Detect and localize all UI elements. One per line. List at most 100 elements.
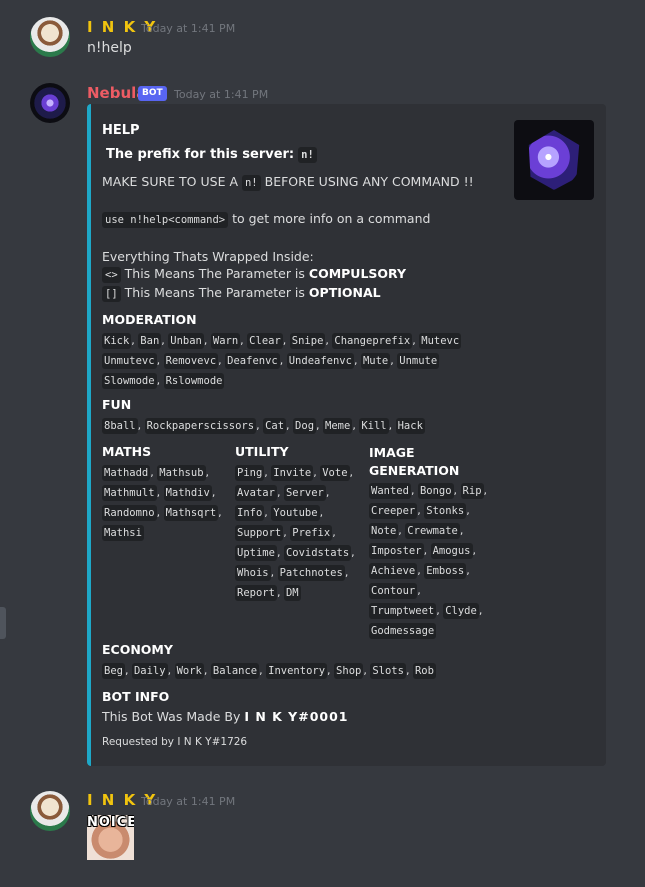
command-stonks: Stonks bbox=[424, 503, 467, 519]
scroll-handle[interactable] bbox=[0, 607, 6, 639]
prefix-line: The prefix for this server: n! bbox=[106, 146, 317, 163]
embed-footer: Requested by I N K Y#1726 bbox=[102, 736, 248, 748]
command-unban: Unban bbox=[168, 333, 204, 349]
wrapped-label: Everything Thats Wrapped Inside: bbox=[102, 249, 314, 264]
compulsory-bold: COMPULSORY bbox=[308, 266, 407, 281]
command-mathdiv: Mathdiv bbox=[163, 485, 212, 501]
command-achieve: Achieve bbox=[369, 563, 418, 579]
command-line: Ping, Invite, Vote, bbox=[235, 465, 354, 481]
warning-code: n! bbox=[241, 175, 261, 191]
maths-commands: Mathadd, Mathsub, Mathmult, Mathdiv, Rando… bbox=[102, 463, 222, 543]
timestamp: Today at 1:41 PM bbox=[141, 795, 236, 808]
command-crewmate: Crewmate bbox=[405, 523, 460, 539]
command-patchnotes: Patchnotes bbox=[277, 565, 345, 581]
command-vote: Vote bbox=[320, 465, 350, 481]
command-mathsi: Mathsi bbox=[102, 525, 144, 541]
command-server: Server bbox=[283, 485, 326, 501]
command-ping: Ping bbox=[235, 465, 265, 481]
usage-text: to get more info on a command bbox=[232, 211, 431, 226]
field-maths: MATHS bbox=[102, 444, 152, 459]
command-meme: Meme bbox=[323, 418, 353, 434]
optional-code: [] bbox=[102, 286, 121, 302]
command-line: Slowmode, Rslowmode bbox=[102, 373, 225, 389]
command-mathsqrt: Mathsqrt bbox=[163, 505, 219, 521]
command-line: Godmessage bbox=[369, 621, 487, 641]
fun-commands: 8ball, Rockpaperscissors, Cat, Dog, Meme… bbox=[102, 416, 425, 436]
command-youtube: Youtube bbox=[271, 505, 320, 521]
command-prefix: Prefix bbox=[290, 525, 333, 541]
command-wanted: Wanted bbox=[369, 483, 411, 499]
command-slots: Slots bbox=[370, 663, 406, 679]
command-cat: Cat bbox=[263, 418, 287, 434]
noice-meme-image[interactable]: NOICE bbox=[87, 815, 134, 860]
field-name-line: GENERATION bbox=[369, 463, 460, 478]
command-creeper: Creeper bbox=[369, 503, 418, 519]
command-line: Support, Prefix, bbox=[235, 525, 336, 541]
command-changeprefix: Changeprefix bbox=[332, 333, 413, 349]
command-line: Mathsi bbox=[102, 523, 222, 543]
field-bot-info: BOT INFO bbox=[102, 689, 170, 704]
inky-avatar[interactable] bbox=[30, 17, 70, 57]
image-caption: NOICE bbox=[87, 815, 134, 830]
field-moderation: MODERATION bbox=[102, 312, 197, 327]
command-line: Report, DM bbox=[235, 585, 301, 601]
nebula-avatar[interactable] bbox=[30, 83, 70, 123]
command-line: Whois, Patchnotes, bbox=[235, 565, 349, 581]
command-mute: Mute bbox=[360, 353, 391, 369]
command-randomno: Randomno bbox=[102, 505, 157, 521]
command-deafenvc: Deafenvc bbox=[225, 353, 280, 369]
command-emboss: Emboss bbox=[424, 563, 467, 579]
command-line: Info, Youtube, bbox=[235, 505, 324, 521]
compulsory-code: <> bbox=[102, 267, 121, 283]
command-rslowmode: Rslowmode bbox=[163, 373, 225, 389]
warning-text-end: BEFORE USING ANY COMMAND !! bbox=[264, 174, 474, 189]
command-info: Info bbox=[235, 505, 265, 521]
command-mathadd: Mathadd bbox=[102, 465, 151, 481]
timestamp: Today at 1:41 PM bbox=[174, 88, 269, 101]
command-unmutevc: Unmutevc bbox=[102, 353, 157, 369]
command-uptime: Uptime bbox=[235, 545, 277, 561]
compulsory-line: <> This Means The Parameter is COMPULSOR… bbox=[102, 266, 407, 283]
command-line: 8ball, Rockpaperscissors, Cat, Dog, Meme… bbox=[102, 418, 425, 434]
warning-line: MAKE SURE TO USE A n! BEFORE USING ANY C… bbox=[102, 174, 474, 191]
command-contour: Contour bbox=[369, 583, 418, 599]
command-ban: Ban bbox=[138, 333, 162, 349]
command-line: Achieve, Emboss, bbox=[369, 563, 470, 579]
bot-info-author: I N K Y#0001 bbox=[244, 709, 349, 724]
command-note: Note bbox=[369, 523, 399, 539]
field-fun: FUN bbox=[102, 397, 132, 412]
command-imposter: Imposter bbox=[369, 543, 424, 559]
command-avatar: Avatar bbox=[235, 485, 277, 501]
command-rockpaperscissors: Rockpaperscissors bbox=[144, 418, 257, 434]
optional-bold: OPTIONAL bbox=[308, 285, 381, 300]
inky-avatar[interactable] bbox=[30, 791, 70, 831]
command-shop: Shop bbox=[334, 663, 364, 679]
command-line: Creeper, Stonks, bbox=[369, 503, 470, 519]
command-mutevc: Mutevc bbox=[419, 333, 462, 349]
command-invite: Invite bbox=[271, 465, 314, 481]
gem-icon bbox=[528, 130, 580, 190]
command-line: Uptime, Covidstats, bbox=[235, 545, 355, 561]
command-snipe: Snipe bbox=[289, 333, 326, 349]
command-line: Contour, bbox=[369, 583, 421, 599]
help-embed: HELP The prefix for this server: n! MAKE… bbox=[87, 104, 606, 766]
embed-thumbnail[interactable] bbox=[514, 120, 594, 200]
economy-commands: Beg, Daily, Work, Balance, Inventory, Sh… bbox=[102, 661, 436, 681]
command-covidstats: Covidstats bbox=[283, 545, 352, 561]
command-bongo: Bongo bbox=[417, 483, 454, 499]
command-clyde: Clyde bbox=[443, 603, 479, 619]
command-line: Mathmult, Mathdiv, bbox=[102, 485, 216, 501]
command-work: Work bbox=[174, 663, 204, 679]
bot-info-text: This Bot Was Made By bbox=[102, 709, 241, 724]
command-beg: Beg bbox=[102, 663, 125, 679]
command-removevc: Removevc bbox=[163, 353, 219, 369]
command-line: Randomno, Mathsqrt, bbox=[102, 505, 222, 521]
command-mathmult: Mathmult bbox=[102, 485, 157, 501]
command-trumptweet: Trumptweet bbox=[369, 603, 437, 619]
command-slowmode: Slowmode bbox=[102, 373, 157, 389]
command-whois: Whois bbox=[235, 565, 271, 581]
bot-info-line: This Bot Was Made By I N K Y#0001 bbox=[102, 709, 349, 724]
utility-commands: Ping, Invite, Vote, Avatar, Server, Info, … bbox=[235, 463, 355, 603]
prefix-code: n! bbox=[298, 147, 317, 163]
command-line: Kick, Ban, Unban, Warn, Clear, Snipe, Ch… bbox=[102, 333, 462, 349]
